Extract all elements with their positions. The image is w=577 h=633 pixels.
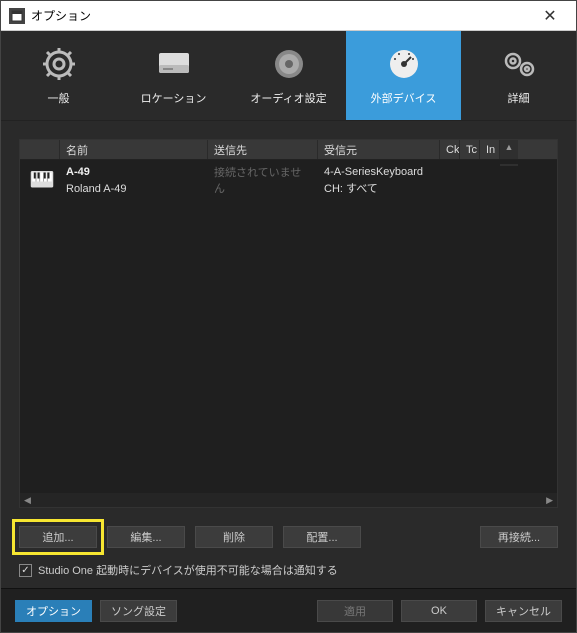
options-window: オプション ✕ 一般 ロケーション オーディオ設定	[0, 0, 577, 633]
scroll-right-icon[interactable]: ▶	[546, 495, 553, 506]
placement-button[interactable]: 配置...	[283, 526, 361, 548]
gauge-icon	[386, 46, 422, 82]
column-in[interactable]: In	[480, 140, 500, 159]
device-recv-ch: CH: すべて	[324, 181, 423, 198]
disk-icon	[156, 46, 192, 82]
device-model: Roland A-49	[66, 181, 127, 198]
add-button[interactable]: 追加...	[19, 526, 97, 548]
column-ck[interactable]: Ck	[440, 140, 460, 159]
tab-advanced[interactable]: 詳細	[461, 31, 576, 120]
device-send: 接続されていません	[208, 164, 318, 196]
reconnect-button[interactable]: 再接続...	[480, 526, 558, 548]
tab-location[interactable]: ロケーション	[116, 31, 231, 120]
scroll-left-icon[interactable]: ◀	[24, 495, 31, 506]
tab-label: オーディオ設定	[250, 90, 326, 106]
tab-label: 外部デバイス	[371, 90, 437, 106]
keyboard-icon	[30, 164, 54, 196]
song-settings-button[interactable]: ソング設定	[100, 600, 177, 622]
table-body[interactable]: A-49 Roland A-49 接続されていません 4-A-SeriesKey…	[20, 160, 557, 493]
notify-checkbox[interactable]: ✓	[19, 564, 32, 577]
column-tc[interactable]: Tc	[460, 140, 480, 159]
options-button[interactable]: オプション	[15, 600, 92, 622]
device-name: A-49	[66, 164, 127, 181]
add-button-highlight: 追加...	[12, 519, 104, 555]
table-header: 名前 送信先 受信元 Ck Tc In ▲	[20, 140, 557, 160]
speaker-icon	[271, 46, 307, 82]
device-table: 名前 送信先 受信元 Ck Tc In ▲	[19, 139, 558, 508]
tab-external-devices[interactable]: 外部デバイス	[346, 31, 461, 120]
column-send[interactable]: 送信先	[208, 140, 318, 159]
horizontal-scrollbar[interactable]: ◀ ▶	[20, 493, 557, 507]
tab-label: ロケーション	[141, 90, 207, 106]
titlebar: オプション ✕	[1, 1, 576, 31]
window-title: オプション	[31, 7, 530, 24]
tab-bar: 一般 ロケーション オーディオ設定 外部デバイス	[1, 31, 576, 121]
gears-icon	[501, 46, 537, 82]
scroll-up-icon[interactable]: ▲	[500, 140, 518, 159]
column-name[interactable]: 名前	[60, 140, 208, 159]
table-row[interactable]: A-49 Roland A-49 接続されていません 4-A-SeriesKey…	[20, 160, 557, 197]
close-button[interactable]: ✕	[530, 2, 570, 30]
column-recv[interactable]: 受信元	[318, 140, 440, 159]
remove-button[interactable]: 削除	[195, 526, 273, 548]
tab-label: 一般	[48, 90, 70, 106]
edit-button[interactable]: 編集...	[107, 526, 185, 548]
tab-audio[interactable]: オーディオ設定	[231, 31, 346, 120]
dialog-footer: オプション ソング設定 適用 OK キャンセル	[1, 588, 576, 632]
tab-general[interactable]: 一般	[1, 31, 116, 120]
apply-button[interactable]: 適用	[317, 600, 393, 622]
ok-button[interactable]: OK	[401, 600, 477, 622]
gear-icon	[41, 46, 77, 82]
cancel-button[interactable]: キャンセル	[485, 600, 562, 622]
notify-label: Studio One 起動時にデバイスが使用不可能な場合は通知する	[38, 562, 338, 578]
app-icon	[9, 8, 25, 24]
device-recv: 4-A-SeriesKeyboard	[324, 164, 423, 181]
tab-label: 詳細	[508, 90, 530, 106]
